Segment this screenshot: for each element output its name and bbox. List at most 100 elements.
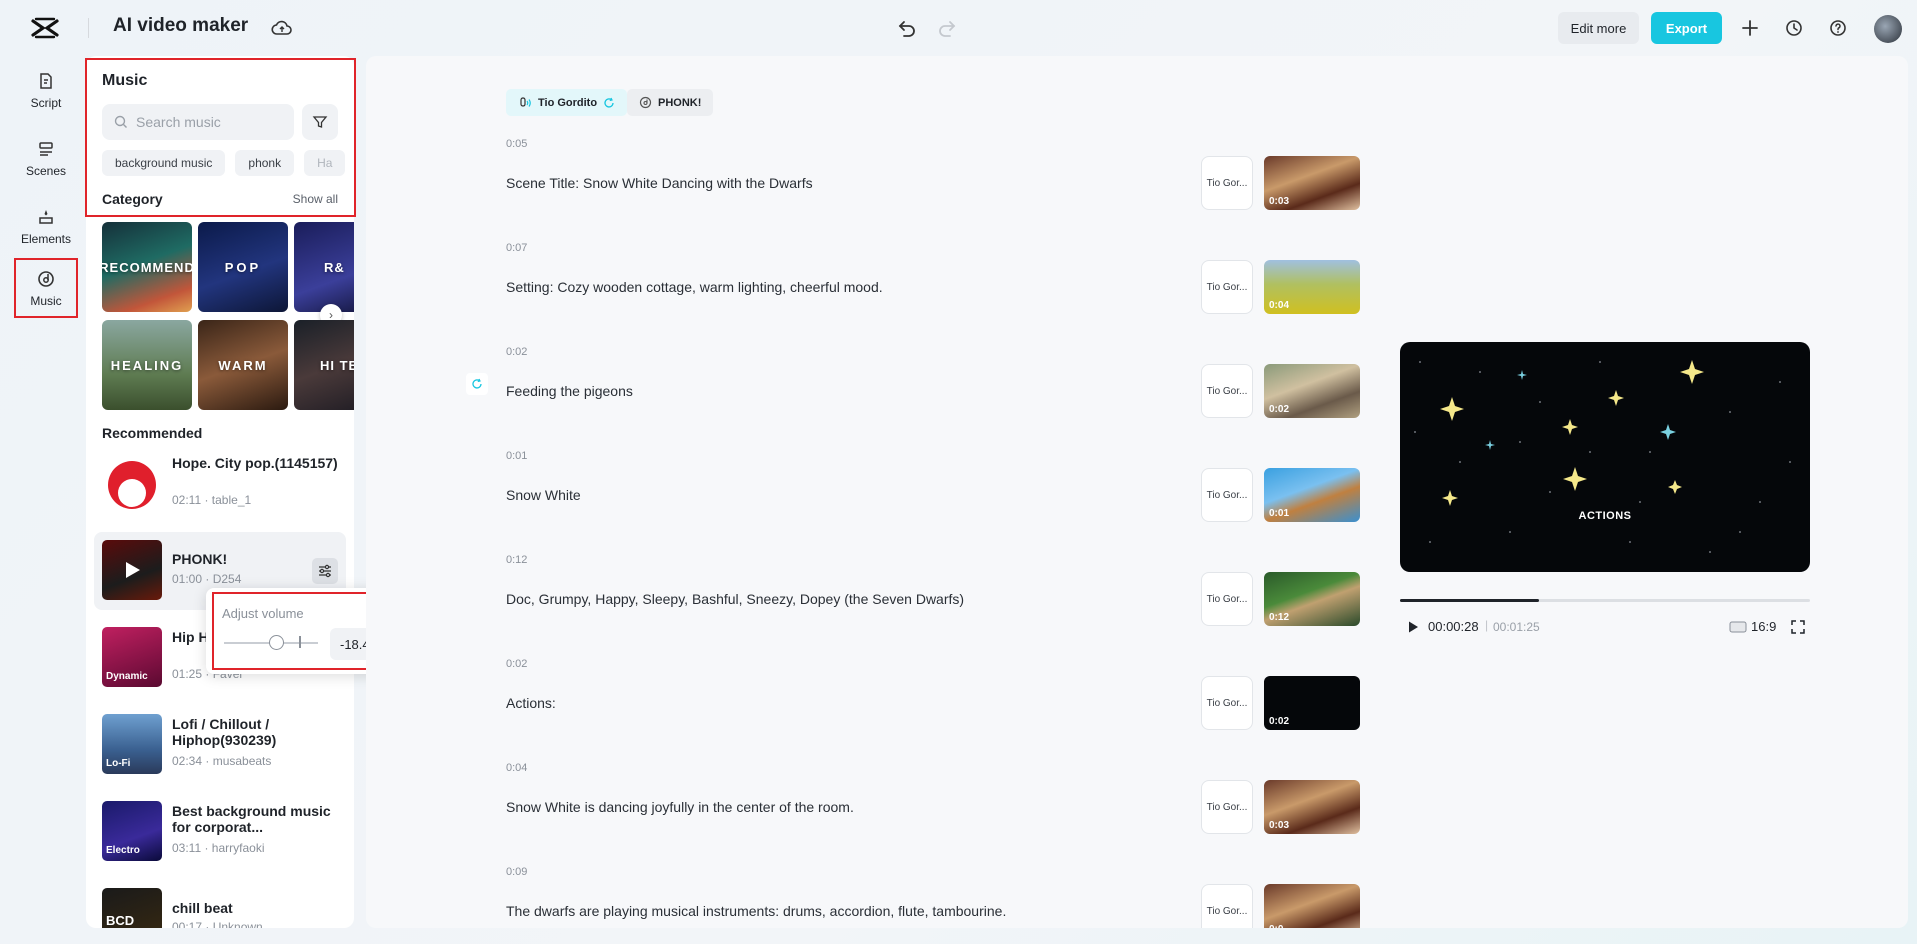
track-name: Best background music for corporat... bbox=[172, 803, 331, 835]
track-meta: 02:11 · table_1 bbox=[172, 493, 252, 507]
nav-item-script[interactable]: Script bbox=[14, 60, 78, 120]
script-editor: Tio Gordito PHONK! 0:05 Scene Title: Sno… bbox=[366, 56, 1908, 928]
aspect-ratio-label: 16:9 bbox=[1751, 619, 1777, 634]
redo-icon[interactable] bbox=[936, 17, 958, 39]
refresh-icon bbox=[472, 378, 482, 389]
filter-button[interactable] bbox=[302, 104, 338, 140]
track-meta: 02:34 · musabeats bbox=[172, 754, 272, 768]
track-item[interactable]: Electro Best background music for corpor… bbox=[94, 793, 346, 871]
history-icon[interactable] bbox=[1783, 17, 1805, 39]
video-preview[interactable]: ACTIONS bbox=[1400, 342, 1810, 572]
category-tile-pop[interactable]: POP bbox=[198, 222, 288, 312]
regenerate-button[interactable] bbox=[466, 373, 488, 395]
scene-text[interactable]: Snow White is dancing joyfully in the ce… bbox=[506, 799, 854, 815]
play-icon[interactable] bbox=[1406, 620, 1420, 634]
elements-icon bbox=[39, 209, 53, 224]
scene-voice-button[interactable]: Tio Gor... bbox=[1201, 260, 1253, 314]
music-pill[interactable]: PHONK! bbox=[627, 89, 714, 116]
playback-progress-bar[interactable] bbox=[1400, 599, 1810, 602]
sliders-icon bbox=[319, 564, 331, 578]
track-thumbnail: Dynamic bbox=[102, 627, 162, 687]
track-thumbnail: Electro bbox=[102, 801, 162, 861]
scene-voice-button[interactable]: Tio Gor... bbox=[1201, 364, 1253, 418]
refresh-icon[interactable] bbox=[603, 97, 615, 109]
cloud-save-icon[interactable] bbox=[270, 16, 294, 40]
show-all-link[interactable]: Show all bbox=[293, 192, 338, 206]
scene-clip-thumbnail[interactable]: 0:03 bbox=[1264, 780, 1360, 834]
track-thumbnail: Lo-Fi bbox=[102, 714, 162, 774]
nav-item-elements[interactable]: Elements bbox=[14, 196, 78, 256]
nav-item-music[interactable]: Music bbox=[14, 258, 78, 318]
hope-logo-icon bbox=[108, 461, 156, 509]
fullscreen-icon[interactable] bbox=[1790, 619, 1806, 635]
nav-label: Elements bbox=[20, 231, 72, 246]
scene-clip-thumbnail[interactable]: 0:03 bbox=[1264, 156, 1360, 210]
chip[interactable]: phonk bbox=[235, 150, 295, 176]
track-thumbnail bbox=[102, 540, 162, 600]
plus-icon[interactable] bbox=[1739, 17, 1761, 39]
music-icon bbox=[38, 270, 54, 287]
voice-icon bbox=[520, 96, 531, 107]
scene-voice-button[interactable]: Tio Gor... bbox=[1201, 468, 1253, 522]
scene-voice-button[interactable]: Tio Gor... bbox=[1201, 156, 1253, 210]
track-item[interactable]: Lo-Fi Lofi / Chillout / Hiphop(930239) 0… bbox=[94, 706, 346, 784]
volume-slider-handle[interactable] bbox=[268, 635, 284, 650]
scene-text[interactable]: Snow White bbox=[506, 487, 581, 503]
scene-duration: 0:05 bbox=[506, 138, 528, 150]
edit-more-button[interactable]: Edit more bbox=[1558, 12, 1639, 44]
play-icon[interactable] bbox=[122, 560, 142, 580]
search-input[interactable] bbox=[136, 114, 276, 130]
top-bar: AI video maker Edit more Export bbox=[0, 0, 1917, 56]
scene-voice-button[interactable]: Tio Gor... bbox=[1201, 884, 1253, 928]
category-tile-rnb[interactable]: R& bbox=[294, 222, 354, 312]
divider bbox=[88, 18, 89, 38]
scene-clip-thumbnail[interactable]: 0:0 bbox=[1264, 884, 1360, 928]
nav-label: Script bbox=[30, 95, 62, 110]
scene-clip-thumbnail[interactable]: 0:02 bbox=[1264, 364, 1360, 418]
scene-text[interactable]: Doc, Grumpy, Happy, Sleepy, Bashful, Sne… bbox=[506, 591, 964, 607]
preview-caption: ACTIONS bbox=[1578, 510, 1632, 522]
track-name: chill beat bbox=[172, 900, 233, 916]
chip[interactable]: Ha bbox=[304, 150, 346, 176]
aspect-ratio-button[interactable]: 16:9 bbox=[1729, 619, 1776, 634]
category-tile-warm[interactable]: WARM bbox=[198, 320, 288, 410]
search-icon bbox=[114, 115, 127, 128]
panel-title: Music bbox=[102, 72, 148, 89]
scene-text[interactable]: Setting: Cozy wooden cottage, warm light… bbox=[506, 279, 883, 295]
adjust-volume-button[interactable] bbox=[312, 558, 338, 584]
scene-clip-thumbnail[interactable]: 0:04 bbox=[1264, 260, 1360, 314]
category-label: Category bbox=[102, 191, 163, 207]
track-item[interactable]: BCD Studio chill beat 00:17 · Unknown bbox=[94, 880, 346, 928]
category-tile-high-tempo[interactable]: HI TEM bbox=[294, 320, 354, 410]
scene-duration: 0:09 bbox=[506, 866, 528, 878]
scene-text[interactable]: The dwarfs are playing musical instrumen… bbox=[506, 903, 1006, 919]
scene-clip-thumbnail[interactable]: 0:01 bbox=[1264, 468, 1360, 522]
avatar[interactable] bbox=[1874, 15, 1902, 43]
category-tile-healing[interactable]: HEALING bbox=[102, 320, 192, 410]
scene-clip-thumbnail[interactable]: 0:02 bbox=[1264, 676, 1360, 730]
chip[interactable]: background music bbox=[102, 150, 226, 176]
scene-text[interactable]: Feeding the pigeons bbox=[506, 383, 633, 399]
nav-label: Scenes bbox=[25, 163, 67, 178]
script-icon bbox=[40, 72, 52, 89]
scene-text[interactable]: Actions: bbox=[506, 695, 556, 711]
nav-item-scenes[interactable]: Scenes bbox=[14, 128, 78, 188]
volume-label: Adjust volume bbox=[222, 606, 304, 621]
scene-voice-button[interactable]: Tio Gor... bbox=[1201, 676, 1253, 730]
search-box[interactable] bbox=[102, 104, 294, 140]
track-item[interactable]: Hope. City pop.(1145157) 02:11 · table_1 bbox=[94, 445, 346, 523]
scene-text[interactable]: Scene Title: Snow White Dancing with the… bbox=[506, 175, 813, 191]
voice-pill[interactable]: Tio Gordito bbox=[506, 89, 628, 116]
current-time: 00:00:28 bbox=[1428, 619, 1479, 634]
help-icon[interactable] bbox=[1827, 17, 1849, 39]
nav-label: Music bbox=[30, 293, 62, 308]
export-button[interactable]: Export bbox=[1651, 12, 1722, 44]
capcut-logo[interactable] bbox=[30, 16, 60, 40]
scene-voice-button[interactable]: Tio Gor... bbox=[1201, 780, 1253, 834]
scene-clip-thumbnail[interactable]: 0:12 bbox=[1264, 572, 1360, 626]
undo-icon[interactable] bbox=[896, 17, 918, 39]
track-name: Lofi / Chillout / Hiphop(930239) bbox=[172, 716, 277, 748]
category-tile-recommend[interactable]: RECOMMEND bbox=[102, 222, 192, 312]
scene-voice-button[interactable]: Tio Gor... bbox=[1201, 572, 1253, 626]
scene-duration: 0:01 bbox=[506, 450, 528, 462]
